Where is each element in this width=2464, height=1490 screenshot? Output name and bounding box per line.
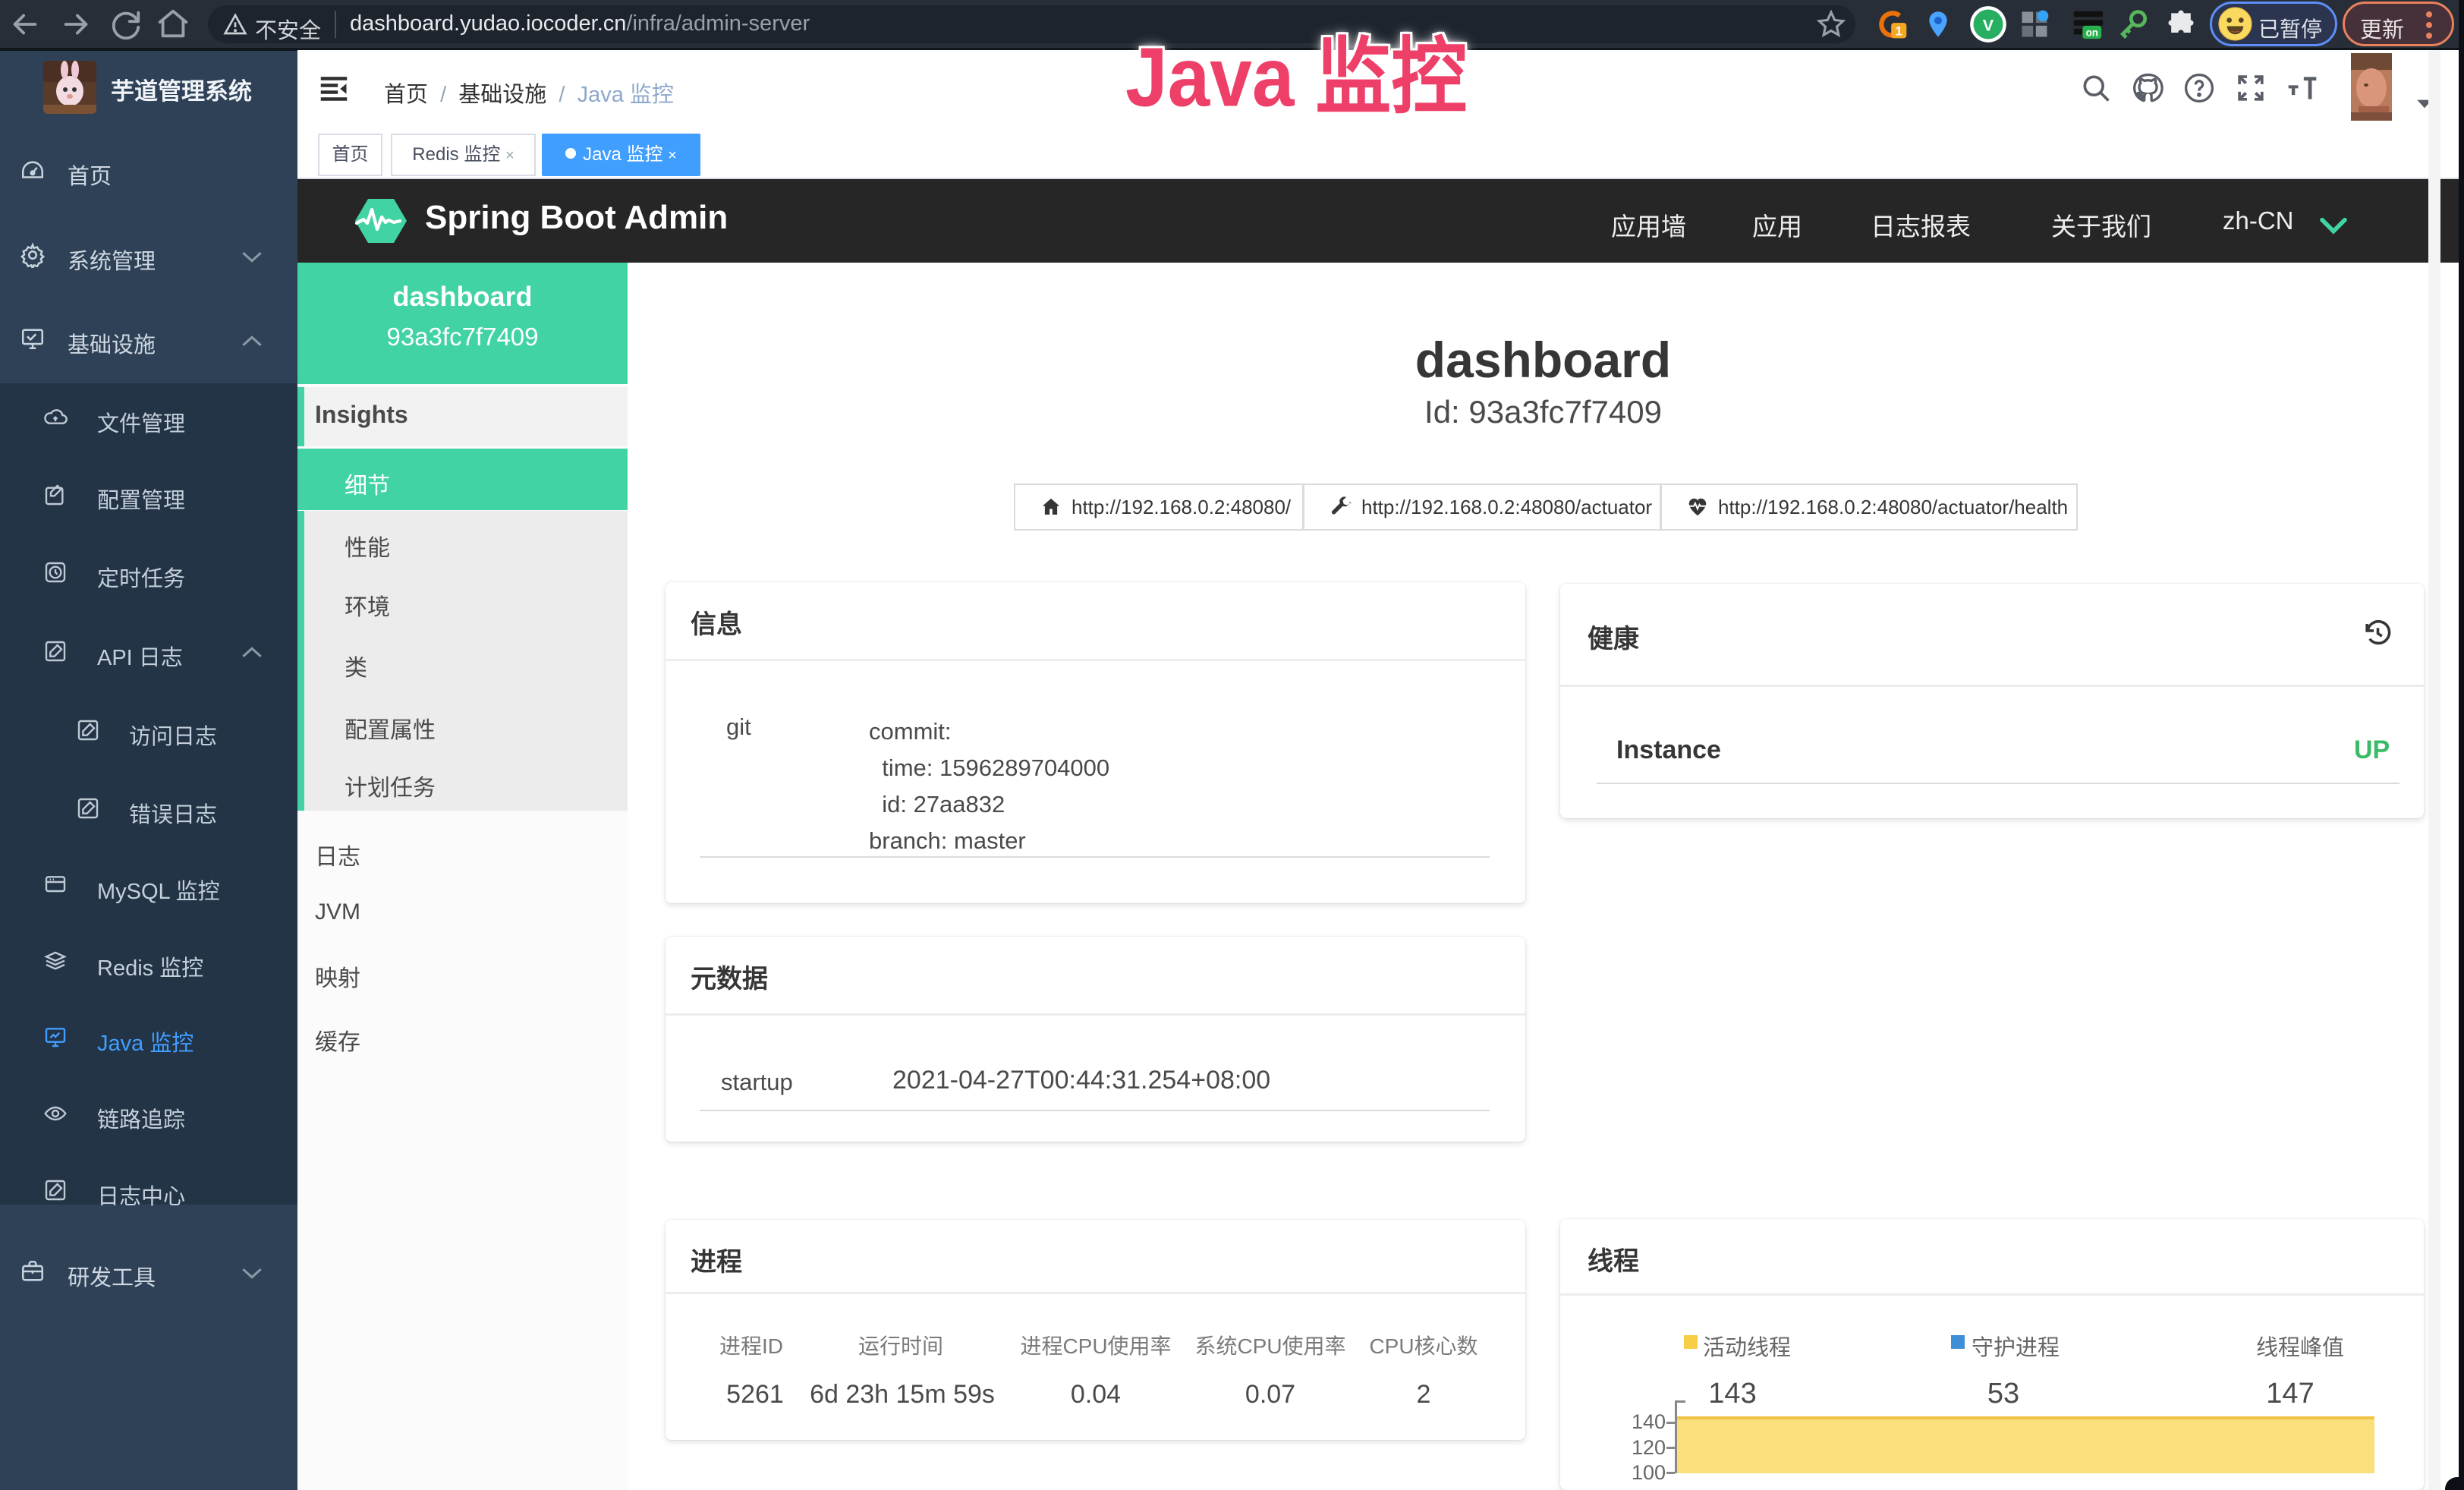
svg-text:V: V <box>1983 16 1994 35</box>
svg-text:1: 1 <box>1896 25 1902 39</box>
svg-text:on: on <box>2086 27 2098 38</box>
